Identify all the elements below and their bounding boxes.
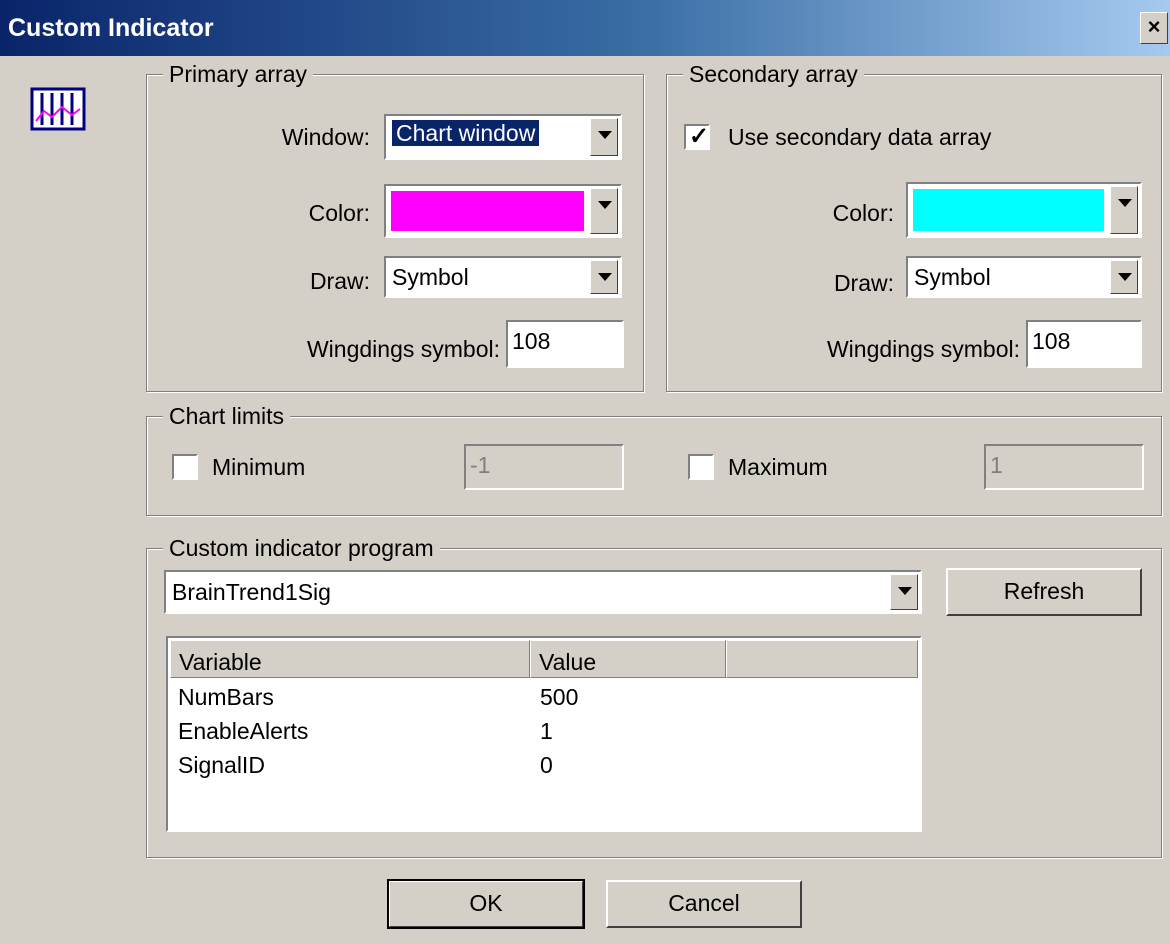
primary-window-value: Chart window bbox=[390, 119, 541, 147]
refresh-label: Refresh bbox=[1003, 578, 1085, 604]
title-bar[interactable]: Custom Indicator × bbox=[0, 0, 1170, 56]
maximum-label[interactable]: Maximum bbox=[728, 454, 828, 481]
minimum-input[interactable]: -1 bbox=[464, 444, 624, 490]
primary-draw-label: Draw: bbox=[309, 268, 370, 294]
variable-value: 1 bbox=[540, 718, 553, 744]
secondary-wingdings-input[interactable]: 108 bbox=[1026, 320, 1142, 368]
use-secondary-label[interactable]: Use secondary data array bbox=[728, 124, 991, 151]
secondary-wingdings-label: Wingdings symbol: bbox=[826, 336, 1020, 362]
close-button[interactable]: × bbox=[1140, 12, 1168, 44]
secondary-color-swatch bbox=[913, 189, 1104, 231]
secondary-draw-label: Draw: bbox=[833, 270, 894, 296]
column-header-empty bbox=[726, 640, 918, 678]
primary-draw-select[interactable]: Symbol bbox=[384, 256, 622, 298]
program-group-title: Custom indicator program bbox=[163, 535, 440, 562]
primary-color-swatch bbox=[391, 191, 584, 231]
variable-value: 0 bbox=[540, 752, 553, 778]
column-header-value[interactable]: Value bbox=[530, 640, 726, 678]
secondary-draw-value: Symbol bbox=[914, 264, 991, 290]
checkmark-icon: ✓ bbox=[689, 123, 710, 150]
minimum-checkbox[interactable] bbox=[172, 454, 198, 480]
close-icon: × bbox=[1147, 14, 1161, 39]
table-row[interactable]: NumBars 500 bbox=[178, 684, 878, 718]
variable-value: 500 bbox=[540, 684, 579, 710]
primary-array-title: Primary array bbox=[163, 61, 314, 88]
minimum-label[interactable]: Minimum bbox=[212, 454, 305, 481]
maximum-value: 1 bbox=[990, 452, 1003, 478]
variable-name: SignalID bbox=[178, 752, 265, 778]
window-title: Custom Indicator bbox=[8, 14, 214, 42]
program-selected-value: BrainTrend1Sig bbox=[172, 579, 331, 605]
chevron-down-icon[interactable] bbox=[1110, 186, 1138, 234]
indicator-chart-icon bbox=[30, 87, 86, 131]
primary-wingdings-input[interactable]: 108 bbox=[506, 320, 624, 368]
primary-draw-value: Symbol bbox=[392, 264, 469, 290]
chevron-down-icon[interactable] bbox=[590, 118, 618, 156]
primary-color-label: Color: bbox=[308, 200, 370, 226]
primary-wingdings-label: Wingdings symbol: bbox=[306, 336, 500, 362]
primary-wingdings-value: 108 bbox=[512, 328, 551, 354]
column-header-variable[interactable]: Variable bbox=[170, 640, 530, 678]
refresh-button[interactable]: Refresh bbox=[946, 568, 1142, 616]
secondary-draw-select[interactable]: Symbol bbox=[906, 256, 1142, 298]
cancel-label: Cancel bbox=[668, 890, 740, 916]
variables-list[interactable]: Variable Value NumBars 500 EnableAlerts … bbox=[166, 636, 922, 832]
maximum-input[interactable]: 1 bbox=[984, 444, 1144, 490]
chevron-down-icon[interactable] bbox=[1110, 260, 1138, 294]
variable-name: EnableAlerts bbox=[178, 718, 309, 744]
minimum-value: -1 bbox=[470, 452, 491, 478]
table-row[interactable]: EnableAlerts 1 bbox=[178, 718, 878, 752]
primary-window-select[interactable]: Chart window bbox=[384, 114, 622, 160]
secondary-color-select[interactable] bbox=[906, 182, 1142, 238]
primary-window-label: Window: bbox=[281, 124, 370, 150]
primary-color-select[interactable] bbox=[384, 184, 622, 238]
custom-indicator-dialog: Custom Indicator × Primary array Window:… bbox=[0, 0, 1170, 944]
program-select[interactable]: BrainTrend1Sig bbox=[164, 570, 922, 614]
ok-button[interactable]: OK bbox=[387, 879, 585, 929]
use-secondary-checkbox[interactable]: ✓ bbox=[684, 123, 710, 150]
secondary-array-title: Secondary array bbox=[683, 61, 864, 88]
maximum-checkbox[interactable] bbox=[688, 454, 714, 480]
secondary-color-label: Color: bbox=[832, 200, 894, 226]
chevron-down-icon[interactable] bbox=[890, 574, 918, 610]
ok-label: OK bbox=[469, 890, 503, 916]
chevron-down-icon[interactable] bbox=[590, 260, 618, 294]
chevron-down-icon[interactable] bbox=[590, 188, 618, 234]
cancel-button[interactable]: Cancel bbox=[606, 880, 802, 928]
chart-limits-title: Chart limits bbox=[163, 403, 291, 430]
secondary-wingdings-value: 108 bbox=[1032, 328, 1071, 354]
variable-name: NumBars bbox=[178, 684, 274, 710]
table-row[interactable]: SignalID 0 bbox=[178, 752, 878, 786]
